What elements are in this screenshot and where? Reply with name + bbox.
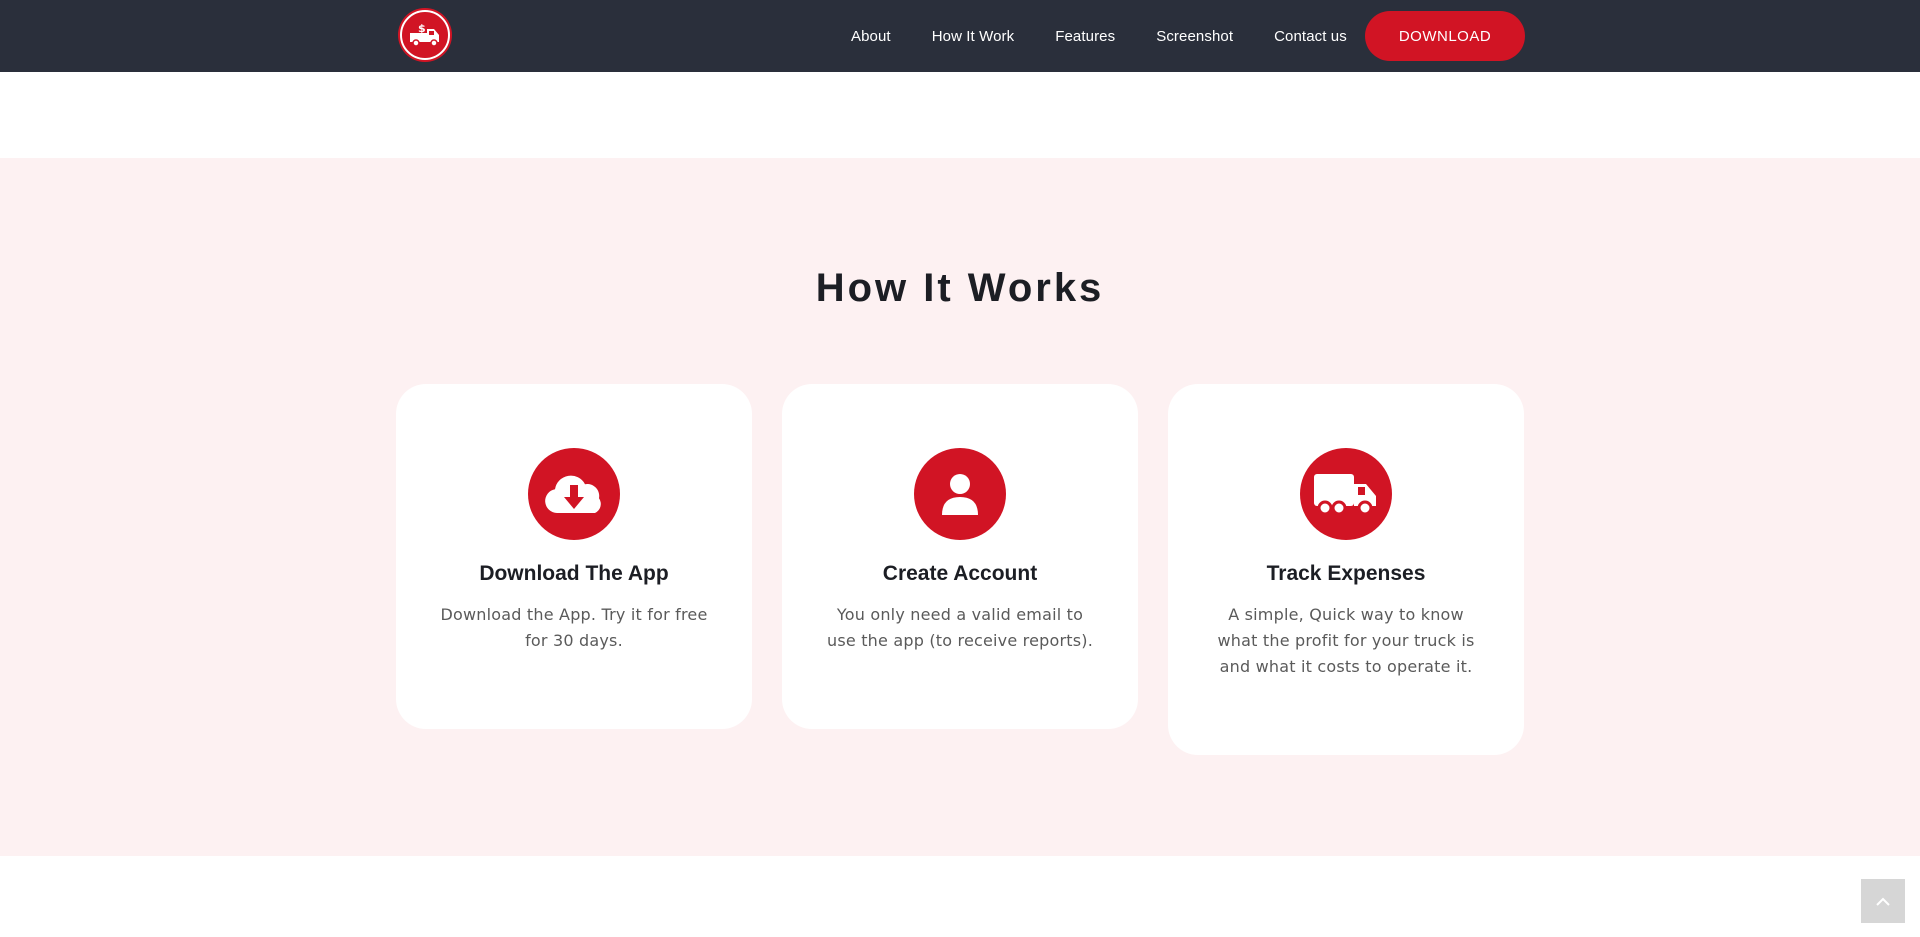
top-navbar: $ About How It Work Features Screenshot … [0,0,1920,72]
main-nav: About How It Work Features Screenshot Co… [851,0,1388,72]
user-icon [914,448,1006,540]
top-spacer [0,72,1920,158]
chevron-up-icon [1876,897,1890,906]
card-description: You only need a valid email to use the a… [826,605,1094,650]
section-title: How It Works [815,266,1105,310]
nav-about[interactable]: About [851,28,891,45]
card-title: Create Account [882,562,1038,585]
scroll-to-top-button[interactable] [1861,879,1905,923]
next-section-top [0,856,1920,937]
logo[interactable]: $ [400,10,450,60]
how-it-works-section: How It Works Download The App Download t… [0,158,1920,856]
card-title: Download The App [479,562,669,585]
nav-features[interactable]: Features [1055,28,1115,45]
card-title: Track Expenses [1266,562,1426,585]
truck-dollar-icon: $ [410,22,439,47]
nav-screenshot[interactable]: Screenshot [1156,28,1233,45]
step-card-create-account: Create Account You only need a valid ema… [782,384,1138,729]
nav-contact-us[interactable]: Contact us [1274,28,1347,45]
step-card-track-expenses: Track Expenses A simple, Quick way to kn… [1168,384,1524,755]
step-card-download: Download The App Download the App. Try i… [396,384,752,729]
truck-icon [1300,448,1392,540]
card-description: Download the App. Try it for free for 30… [440,605,708,650]
nav-how-it-work[interactable]: How It Work [932,28,1015,45]
svg-text:$: $ [418,22,426,35]
cloud-download-icon [528,448,620,540]
download-button[interactable]: DOWNLOAD [1365,11,1525,61]
card-description: A simple, Quick way to know what the pro… [1217,605,1475,676]
